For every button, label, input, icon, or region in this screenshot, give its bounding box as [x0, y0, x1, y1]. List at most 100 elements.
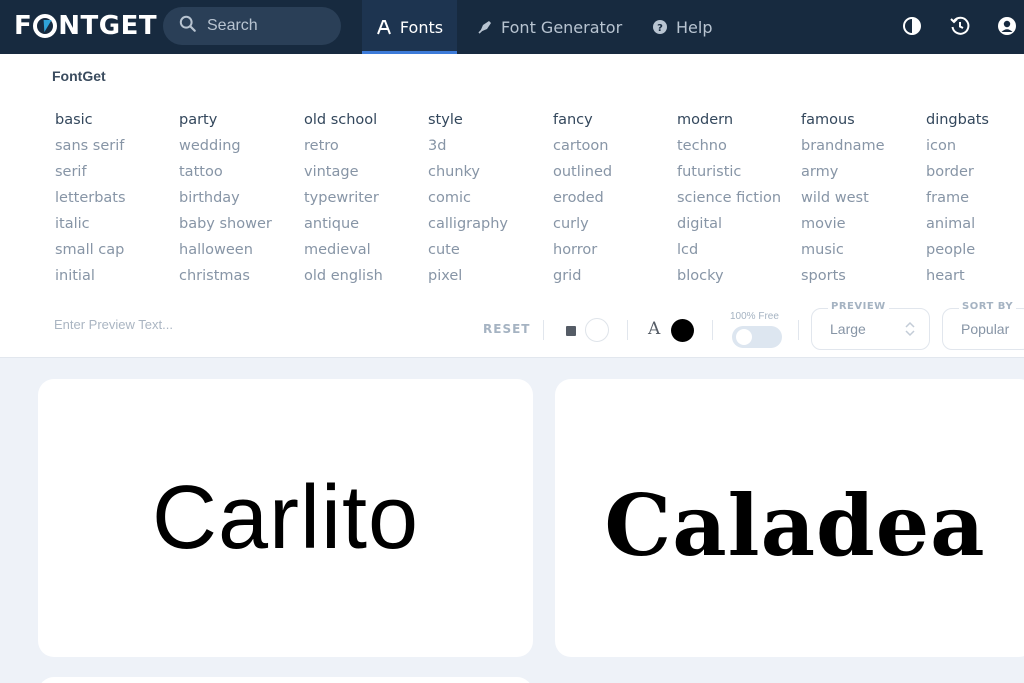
- font-card[interactable]: Carlito: [38, 379, 533, 657]
- toggle-knob: [736, 329, 752, 345]
- category-link[interactable]: letterbats: [55, 188, 179, 214]
- category-link[interactable]: calligraphy: [428, 214, 552, 240]
- category-link[interactable]: icon: [926, 136, 1024, 162]
- category-link[interactable]: people: [926, 240, 1024, 266]
- category-link[interactable]: brandname: [801, 136, 925, 162]
- category-heading[interactable]: dingbats: [926, 110, 1024, 136]
- search-icon: [179, 15, 197, 37]
- category-link[interactable]: typewriter: [304, 188, 428, 214]
- preview-size-select[interactable]: PREVIEW Large: [811, 301, 930, 350]
- nav-font-generator-label: Font Generator: [501, 17, 623, 37]
- divider: [798, 320, 799, 340]
- category-link[interactable]: sans serif: [55, 136, 179, 162]
- account-icon[interactable]: [995, 14, 1019, 38]
- background-color-swatch[interactable]: [585, 318, 609, 342]
- category-link[interactable]: medieval: [304, 240, 428, 266]
- category-link[interactable]: pixel: [428, 266, 552, 292]
- category-column-basic: basic sans serif serif letterbats italic…: [55, 110, 179, 292]
- nav-fonts[interactable]: Fonts: [362, 0, 457, 54]
- category-link[interactable]: halloween: [179, 240, 303, 266]
- category-link[interactable]: chunky: [428, 162, 552, 188]
- category-link[interactable]: music: [801, 240, 925, 266]
- category-link[interactable]: movie: [801, 214, 925, 240]
- category-link[interactable]: antique: [304, 214, 428, 240]
- history-icon[interactable]: [948, 14, 972, 38]
- reset-button[interactable]: RESET: [483, 322, 530, 336]
- logo-text-left: F: [14, 11, 33, 41]
- category-link[interactable]: army: [801, 162, 925, 188]
- free-filter-toggle[interactable]: [732, 326, 782, 348]
- category-heading[interactable]: old school: [304, 110, 428, 136]
- category-link[interactable]: heart: [926, 266, 1024, 292]
- text-color-icon: A: [648, 319, 661, 339]
- category-link[interactable]: animal: [926, 214, 1024, 240]
- category-link[interactable]: techno: [677, 136, 801, 162]
- category-link[interactable]: horror: [553, 240, 677, 266]
- category-heading[interactable]: style: [428, 110, 552, 136]
- category-link[interactable]: science fiction: [677, 188, 801, 214]
- font-card[interactable]: Caladea: [555, 379, 1024, 657]
- top-navbar: F NTGET Fonts Font Generator ? Help: [0, 0, 1024, 54]
- category-link[interactable]: old english: [304, 266, 428, 292]
- category-link[interactable]: wedding: [179, 136, 303, 162]
- category-link[interactable]: futuristic: [677, 162, 801, 188]
- category-heading[interactable]: party: [179, 110, 303, 136]
- fontget-logo[interactable]: F NTGET: [14, 10, 157, 42]
- category-heading[interactable]: fancy: [553, 110, 677, 136]
- category-link[interactable]: digital: [677, 214, 801, 240]
- category-link[interactable]: wild west: [801, 188, 925, 214]
- svg-text:?: ?: [657, 23, 663, 34]
- text-color-swatch[interactable]: [671, 319, 694, 342]
- font-card[interactable]: [38, 677, 533, 683]
- category-link[interactable]: initial: [55, 266, 179, 292]
- category-link[interactable]: birthday: [179, 188, 303, 214]
- category-link[interactable]: curly: [553, 214, 677, 240]
- category-link[interactable]: baby shower: [179, 214, 303, 240]
- logo-text-right: NTGET: [58, 11, 158, 41]
- category-link[interactable]: small cap: [55, 240, 179, 266]
- category-link[interactable]: tattoo: [179, 162, 303, 188]
- search-bar[interactable]: [163, 7, 341, 45]
- help-circle-icon: ?: [652, 19, 668, 35]
- category-heading[interactable]: modern: [677, 110, 801, 136]
- category-link[interactable]: christmas: [179, 266, 303, 292]
- divider: [627, 320, 628, 340]
- category-column-old-school: old school retro vintage typewriter anti…: [304, 110, 428, 292]
- category-heading[interactable]: famous: [801, 110, 925, 136]
- category-link[interactable]: outlined: [553, 162, 677, 188]
- contrast-icon[interactable]: [900, 14, 924, 38]
- font-preview-text: Carlito: [151, 467, 420, 568]
- search-input[interactable]: [207, 17, 327, 35]
- preview-size-value: Large: [830, 321, 866, 337]
- sort-by-select[interactable]: SORT BY Popular: [942, 301, 1024, 350]
- pen-nib-icon: [477, 19, 493, 35]
- category-link[interactable]: vintage: [304, 162, 428, 188]
- free-filter-label: 100% Free: [730, 311, 779, 322]
- nav-help[interactable]: ? Help: [652, 0, 712, 54]
- category-column-famous: famous brandname army wild west movie mu…: [801, 110, 925, 292]
- category-link[interactable]: lcd: [677, 240, 801, 266]
- category-link[interactable]: cartoon: [553, 136, 677, 162]
- category-link[interactable]: italic: [55, 214, 179, 240]
- category-link[interactable]: eroded: [553, 188, 677, 214]
- category-link[interactable]: grid: [553, 266, 677, 292]
- chevron-up-down-icon: [905, 321, 915, 341]
- logo-o-bolt-icon: [33, 14, 58, 38]
- category-link[interactable]: cute: [428, 240, 552, 266]
- sort-by-value: Popular: [961, 321, 1010, 337]
- category-link[interactable]: border: [926, 162, 1024, 188]
- category-column-party: party wedding tattoo birthday baby showe…: [179, 110, 303, 292]
- category-link[interactable]: blocky: [677, 266, 801, 292]
- category-link[interactable]: sports: [801, 266, 925, 292]
- category-dropdown-panel: FontGet basic sans serif serif letterbat…: [0, 54, 1024, 358]
- category-link[interactable]: serif: [55, 162, 179, 188]
- category-link[interactable]: frame: [926, 188, 1024, 214]
- category-link[interactable]: retro: [304, 136, 428, 162]
- category-link[interactable]: 3d: [428, 136, 552, 162]
- preview-text-input[interactable]: [54, 317, 294, 332]
- nav-font-generator[interactable]: Font Generator: [477, 0, 622, 54]
- category-heading[interactable]: basic: [55, 110, 179, 136]
- nav-help-label: Help: [676, 17, 713, 37]
- panel-brand-label: FontGet: [52, 68, 106, 84]
- category-link[interactable]: comic: [428, 188, 552, 214]
